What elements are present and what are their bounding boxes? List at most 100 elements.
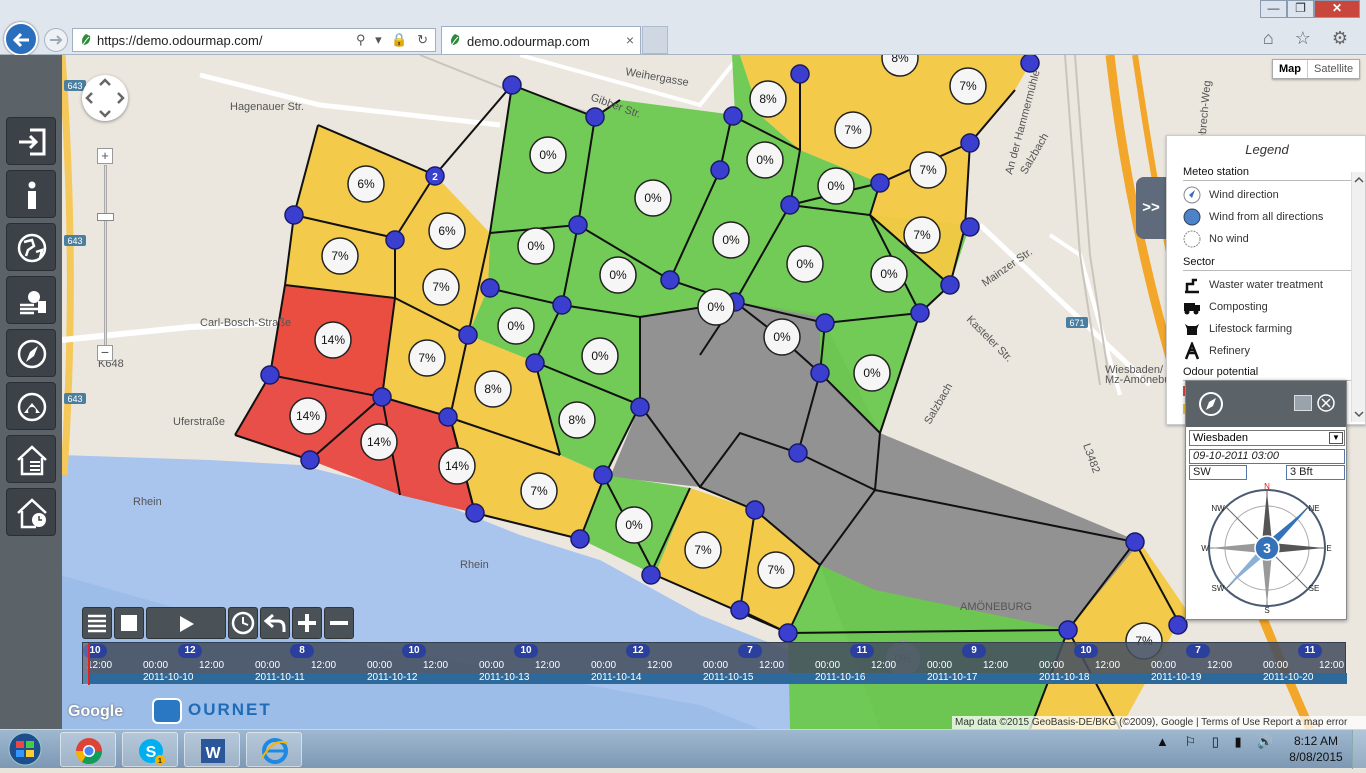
login-button[interactable]: [6, 117, 56, 165]
tab-close-icon[interactable]: ×: [626, 32, 634, 48]
sector-value-label[interactable]: 7%: [321, 237, 359, 275]
globe-button[interactable]: [6, 223, 56, 271]
timeline-badge[interactable]: 12: [626, 644, 650, 658]
map-type-satellite[interactable]: Satellite: [1308, 60, 1359, 78]
legend-toggle-button[interactable]: >>: [1136, 177, 1166, 239]
sector-value-label[interactable]: 0%: [746, 141, 784, 179]
minimize-button[interactable]: —: [1260, 0, 1287, 18]
sector-value-label[interactable]: 0%: [786, 245, 824, 283]
sector-value-label[interactable]: 0%: [697, 288, 735, 326]
sector-value-label[interactable]: 0%: [763, 318, 801, 356]
pan-control[interactable]: [82, 75, 128, 121]
sector-value-label[interactable]: 14%: [314, 321, 352, 359]
sector-value-label[interactable]: 0%: [615, 506, 653, 544]
sector-value-label[interactable]: 0%: [634, 179, 672, 217]
timeline[interactable]: 2011-10-10 00:00 12:00 2011-10-11 00:00 12:00…: [82, 642, 1347, 685]
remove-button[interactable]: [324, 607, 354, 639]
clock-date[interactable]: 8/08/2015: [1286, 750, 1346, 764]
sector-value-label[interactable]: 14%: [438, 447, 476, 485]
sector-value-label[interactable]: 0%: [599, 256, 637, 294]
forward-button[interactable]: [44, 28, 68, 52]
timeline-badge[interactable]: 7: [738, 644, 762, 658]
zoom-out-button[interactable]: −: [97, 345, 113, 361]
sector-value-label[interactable]: 14%: [360, 423, 398, 461]
address-bar[interactable]: https://demo.odourmap.com/ ⚲ ▾ 🔒 ↻: [72, 28, 436, 52]
list-button[interactable]: [82, 607, 112, 639]
new-tab-button[interactable]: [642, 26, 668, 54]
timeline-cursor[interactable]: [88, 643, 90, 685]
sector-value-label[interactable]: 0%: [712, 221, 750, 259]
info-button[interactable]: [6, 170, 56, 218]
house-time-button[interactable]: [6, 488, 56, 536]
timeline-badge[interactable]: 10: [402, 644, 426, 658]
zoom-slider-handle[interactable]: [97, 213, 114, 221]
sector-value-label[interactable]: 0%: [497, 307, 535, 345]
browser-tab[interactable]: demo.odourmap.com ×: [441, 26, 641, 54]
sector-value-label[interactable]: 0%: [529, 136, 567, 174]
timeline-badge[interactable]: 11: [850, 644, 874, 658]
maximize-button[interactable]: ❐: [1287, 0, 1314, 18]
sector-value-label[interactable]: 0%: [817, 167, 855, 205]
zoom-slider-rail[interactable]: [104, 165, 107, 351]
house-list-button[interactable]: [6, 435, 56, 483]
sector-value-label[interactable]: 7%: [909, 151, 947, 189]
sector-value-label[interactable]: 7%: [757, 551, 795, 589]
close-icon[interactable]: [1316, 393, 1336, 413]
sector-value-label[interactable]: 7%: [949, 67, 987, 105]
back-button[interactable]: [4, 22, 38, 56]
taskbar-internet-explorer[interactable]: [246, 732, 302, 767]
wind-direction-field[interactable]: SW: [1189, 465, 1247, 480]
wind-speed-field[interactable]: 3 Bft: [1286, 465, 1345, 480]
sector-value-label[interactable]: 7%: [684, 531, 722, 569]
address-bar-icons[interactable]: ⚲ ▾ 🔒 ↻: [356, 32, 431, 48]
sector-value-label[interactable]: 8%: [558, 401, 596, 439]
map-type-map[interactable]: Map: [1273, 60, 1308, 78]
sector-value-label[interactable]: 7%: [520, 472, 558, 510]
weather-button[interactable]: [6, 276, 56, 324]
station-select[interactable]: Wiesbaden ▼: [1189, 430, 1345, 446]
undo-button[interactable]: [260, 607, 290, 639]
sector-value-label[interactable]: 6%: [347, 165, 385, 203]
browser-toolbar-icons[interactable]: ⌂ ☆ ⚙: [1263, 28, 1356, 49]
timeline-badge[interactable]: 10: [1074, 644, 1098, 658]
clock-time[interactable]: 8:12 AM: [1286, 734, 1346, 748]
timeline-badge[interactable]: 11: [1298, 644, 1322, 658]
sector-value-label[interactable]: 8%: [749, 80, 787, 118]
add-button[interactable]: [292, 607, 322, 639]
zoom-in-button[interactable]: +: [97, 148, 113, 164]
sector-value-label[interactable]: 0%: [581, 337, 619, 375]
show-desktop-button[interactable]: [1352, 730, 1366, 769]
system-tray[interactable]: ▲ ⚐ ▯ ▮ 🔊: [1156, 734, 1279, 750]
odour-map[interactable]: 2 Hagenauer Str. Weihergasse Gibber Str. Ca…: [0, 55, 1366, 729]
sector-value-label[interactable]: 6%: [428, 212, 466, 250]
sector-value-label[interactable]: 0%: [853, 354, 891, 392]
minimize-panel-button[interactable]: [1294, 395, 1312, 411]
play-button[interactable]: [146, 607, 226, 639]
timeline-badge[interactable]: 10: [514, 644, 538, 658]
close-window-button[interactable]: ✕: [1314, 0, 1360, 18]
compass-button[interactable]: [6, 329, 56, 377]
legend-scrollbar[interactable]: [1351, 172, 1365, 422]
start-button[interactable]: [2, 731, 48, 768]
receptor-button[interactable]: [6, 382, 56, 430]
map-attribution[interactable]: Map data ©2015 GeoBasis-DE/BKG (©2009), …: [952, 716, 1366, 729]
taskbar-chrome[interactable]: [60, 732, 116, 767]
taskbar-skype[interactable]: S 1: [122, 732, 178, 767]
sector-value-label[interactable]: 14%: [289, 397, 327, 435]
sector-value-label[interactable]: 8%: [474, 370, 512, 408]
stop-button[interactable]: [114, 607, 144, 639]
taskbar-word[interactable]: W: [184, 732, 240, 767]
timeline-badge[interactable]: 9: [962, 644, 986, 658]
sector-value-label[interactable]: 7%: [408, 339, 446, 377]
time-button[interactable]: [228, 607, 258, 639]
timeline-badge[interactable]: 12: [178, 644, 202, 658]
sector-value-label[interactable]: 0%: [870, 255, 908, 293]
sector-value-label[interactable]: 7%: [834, 111, 872, 149]
google-logo: Google: [68, 703, 124, 720]
timeline-badge[interactable]: 7: [1186, 644, 1210, 658]
datetime-field[interactable]: 09-10-2011 03:00: [1189, 449, 1345, 464]
sector-value-label[interactable]: 7%: [903, 216, 941, 254]
timeline-badge[interactable]: 8: [290, 644, 314, 658]
sector-value-label[interactable]: 7%: [422, 268, 460, 306]
sector-value-label[interactable]: 0%: [517, 227, 555, 265]
